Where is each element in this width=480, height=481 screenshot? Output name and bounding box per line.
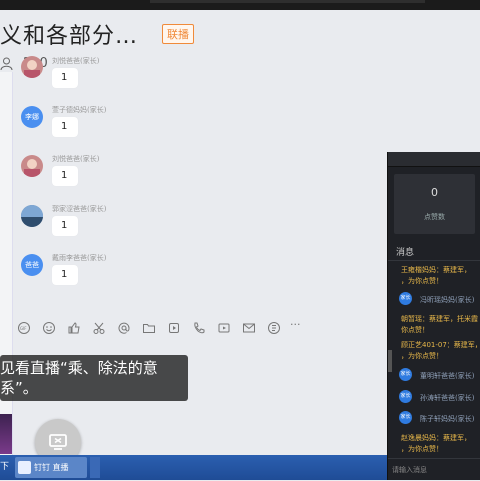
- caption-line-1: 见看直播“乘、除法的意: [0, 359, 158, 377]
- sender-name: 刘悦爸爸(家长): [52, 155, 100, 163]
- like-label: 点赞数: [424, 213, 445, 221]
- avatar[interactable]: [21, 155, 43, 177]
- emoji-icon[interactable]: [42, 320, 56, 334]
- avatar[interactable]: [21, 56, 43, 78]
- clip-icon[interactable]: [167, 320, 181, 334]
- camera-thumbnail: [0, 414, 12, 454]
- thumbs-up-icon[interactable]: [67, 320, 81, 334]
- like-count: 0: [431, 186, 438, 199]
- like-message: 朝暂瑶：蔡建军，托米霞 你点赞！: [401, 315, 478, 334]
- windows-taskbar: 下 钉钉 直播: [0, 455, 387, 480]
- title-ellipsis: …: [115, 24, 139, 49]
- panel-collapse-handle[interactable]: [388, 350, 392, 372]
- taskbar-app-dingtalk[interactable]: 钉钉 直播: [15, 457, 87, 478]
- divider: [388, 260, 480, 261]
- sender-name: 萱子德妈妈(家长): [52, 106, 107, 114]
- message-bubble: 1: [52, 265, 78, 285]
- top-strip: [150, 0, 425, 3]
- more-icon[interactable]: ···: [290, 318, 310, 332]
- live-side-panel: 0 点赞数 消息 王雍楷妈妈：蔡建军， ，为你点赞！ 家长 冯昕瑶妈妈(家长) 朝暂…: [387, 152, 480, 480]
- gif-icon[interactable]: GIF: [17, 320, 31, 334]
- join-text: 董明轩爸爸(家长): [420, 372, 475, 380]
- chat-toolbar: GIF ···: [12, 318, 387, 338]
- badge: 家长: [399, 368, 412, 381]
- badge: 家长: [399, 390, 412, 403]
- panel-header: [388, 152, 480, 167]
- like-count-box: 0 点赞数: [394, 174, 475, 234]
- app-icon: [18, 461, 31, 474]
- top-black-bar: [0, 0, 480, 10]
- folder-icon[interactable]: [142, 320, 156, 334]
- input-placeholder: 请输入消息: [392, 466, 427, 474]
- message-bubble: 1: [52, 166, 78, 186]
- start-button[interactable]: 下: [0, 459, 9, 472]
- like-message: 顾正艺401-07：蔡建军， ，为你点赞！: [401, 341, 480, 360]
- live-tag[interactable]: 联播: [162, 24, 194, 44]
- phone-icon[interactable]: [192, 320, 206, 334]
- like-message: 赵逸晨妈妈：蔡建军， ，为你点赞！: [401, 434, 471, 453]
- taskbar-app-label: 钉钉 直播: [34, 463, 69, 472]
- doc-icon[interactable]: [267, 320, 281, 334]
- message-bubble: 1: [52, 117, 78, 137]
- messages-title: 消息: [396, 248, 415, 258]
- avatar[interactable]: [21, 205, 43, 227]
- caption-overlay: 见看直播“乘、除法的意 系”。: [0, 355, 188, 401]
- caption-line-2: 系”。: [0, 379, 38, 397]
- badge: 家长: [399, 411, 412, 424]
- like-message: 王雍楷妈妈：蔡建军， ，为你点赞！: [401, 266, 471, 285]
- message-bubble: 1: [52, 68, 78, 88]
- scissors-icon[interactable]: [92, 320, 106, 334]
- sender-name: 戴雨李爸爸(家长): [52, 254, 107, 262]
- avatar[interactable]: 李娜: [21, 106, 43, 128]
- sender-name: 郭家涩爸爸(家长): [52, 205, 107, 213]
- sender-name: 刘悦爸爸(家长): [52, 57, 100, 65]
- badge: 家长: [399, 292, 412, 305]
- join-text: 冯昕瑶妈妈(家长): [420, 296, 475, 304]
- title-text: 义和各部分: [0, 24, 116, 49]
- video-icon[interactable]: [217, 320, 231, 334]
- mail-icon[interactable]: [242, 320, 256, 334]
- taskbar-app-2[interactable]: [90, 457, 100, 478]
- avatar-text: 李娜: [21, 106, 43, 128]
- message-bubble: 1: [52, 216, 78, 236]
- join-text: 陈子轩妈妈(家长): [420, 415, 475, 423]
- avatar-text: 爸爸: [21, 254, 43, 276]
- screen-share-icon: [49, 434, 67, 450]
- panel-message-input[interactable]: 请输入消息: [388, 458, 480, 481]
- join-text: 孙涛轩爸爸(家长): [420, 394, 475, 402]
- at-icon[interactable]: [117, 320, 131, 334]
- avatar[interactable]: 爸爸: [21, 254, 43, 276]
- svg-text:GIF: GIF: [20, 326, 27, 331]
- live-title: 义和各部分…: [0, 18, 138, 50]
- chat-list: 刘悦爸爸(家长) 1 李娜 萱子德妈妈(家长) 1 刘悦爸爸(家长) 1 郭家涩…: [12, 56, 387, 316]
